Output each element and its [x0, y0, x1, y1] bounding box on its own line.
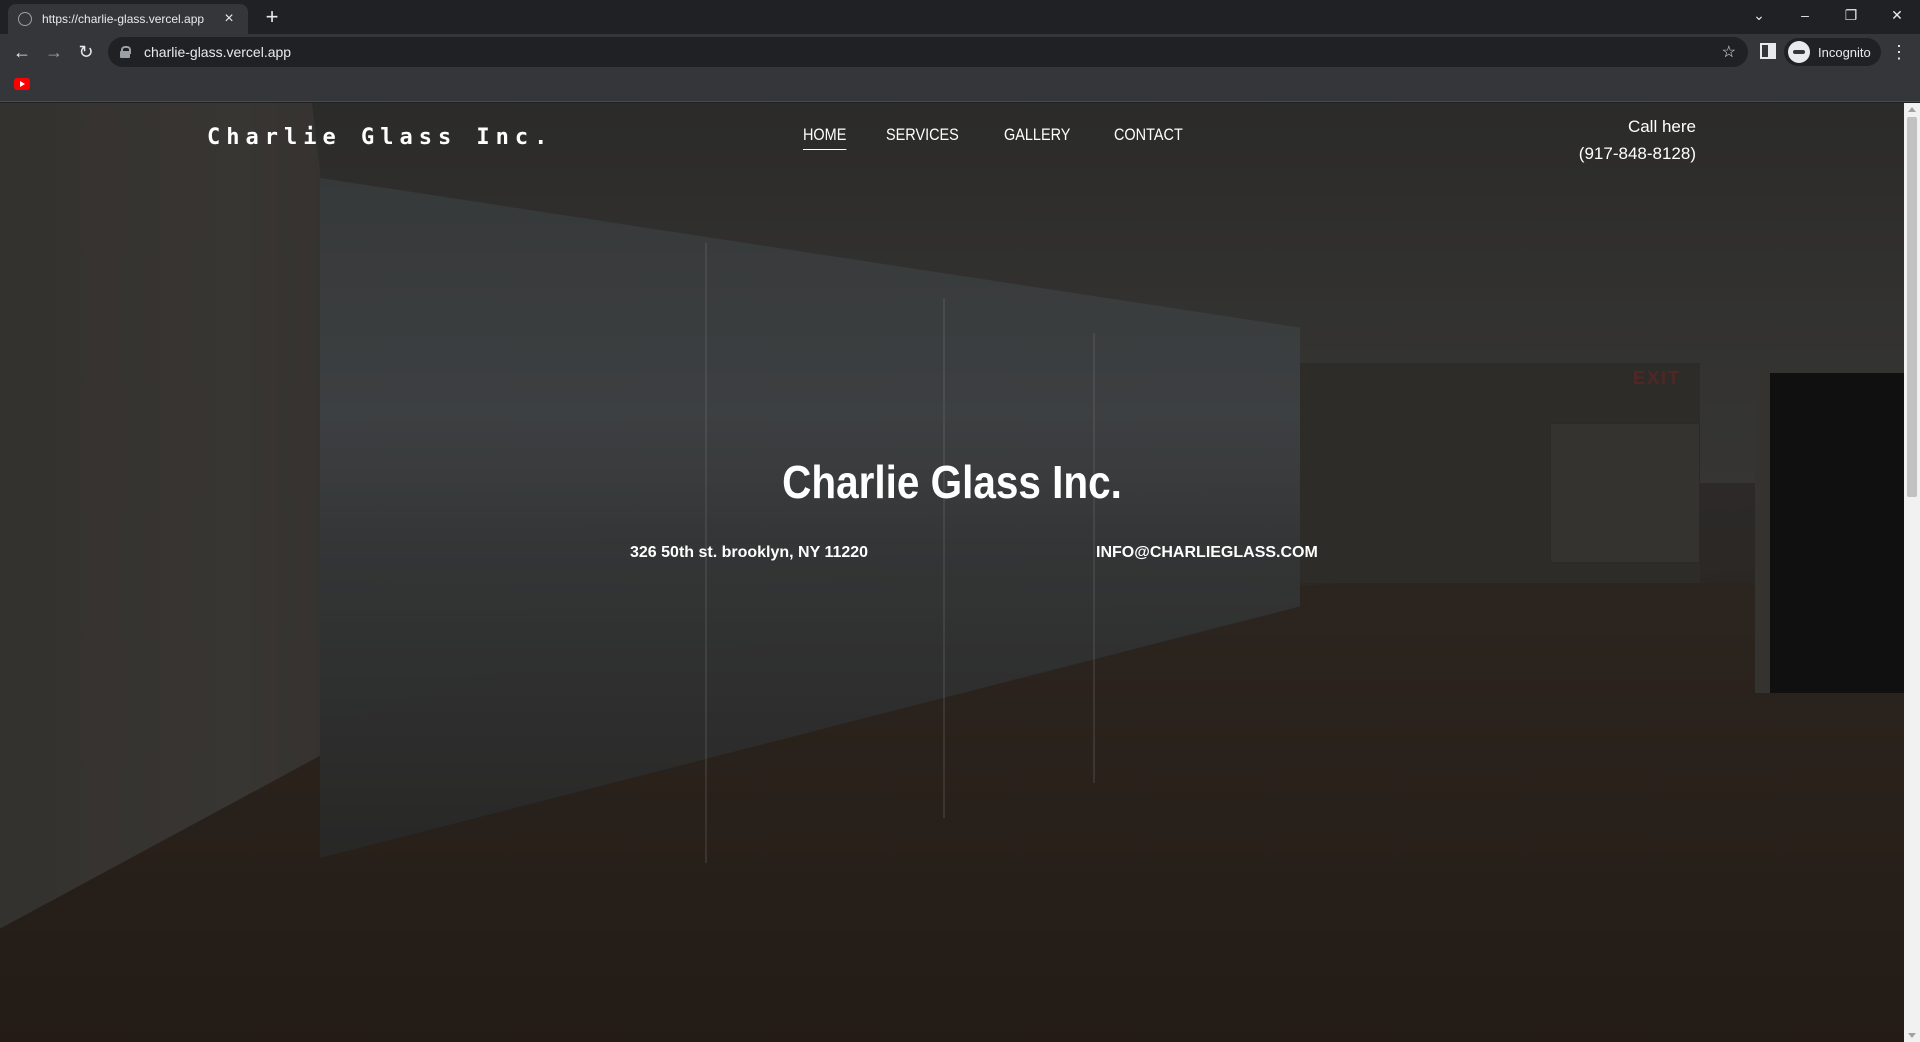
nav-contact[interactable]: CONTACT: [1114, 125, 1183, 150]
bookmarks-bar: [0, 70, 1920, 102]
hero-title-text: Charlie Glass Inc.: [782, 456, 1122, 508]
star-icon[interactable]: ☆: [1722, 42, 1736, 62]
globe-icon: [18, 12, 32, 26]
back-icon[interactable]: ←: [10, 40, 34, 64]
incognito-indicator[interactable]: Incognito: [1784, 38, 1881, 66]
email-link[interactable]: INFO@CHARLIEGLASS.COM: [1096, 544, 1318, 562]
lock-icon[interactable]: [120, 46, 131, 58]
window-close-icon[interactable]: ✕: [1874, 0, 1920, 30]
forward-icon[interactable]: →: [42, 40, 66, 64]
call-block: Call here (917-848-8128): [1572, 113, 1696, 167]
site-logo[interactable]: Charlie Glass Inc.: [207, 125, 553, 150]
incognito-label: Incognito: [1818, 44, 1871, 60]
scroll-down-icon[interactable]: [1908, 1033, 1916, 1038]
incognito-icon: [1788, 41, 1810, 63]
nav-gallery[interactable]: GALLERY: [1004, 125, 1070, 150]
address-bar[interactable]: charlie-glass.vercel.app ☆: [108, 37, 1748, 67]
browser-toolbar: ← → ↻ charlie-glass.vercel.app ☆ Incogni…: [0, 34, 1920, 70]
url-text[interactable]: charlie-glass.vercel.app: [144, 44, 1722, 60]
scrollbar-thumb[interactable]: [1907, 117, 1917, 497]
restore-icon[interactable]: ❐: [1828, 0, 1874, 30]
hero-section: EXIT Charlie Glass Inc. HOME SERVICES GA…: [0, 103, 1904, 1042]
tab-strip: https://charlie-glass.vercel.app × + ⌄ –…: [0, 0, 1920, 34]
plus-icon[interactable]: +: [260, 6, 284, 30]
dark-overlay: [0, 103, 1904, 1042]
main-nav: HOME SERVICES GALLERY CONTACT: [803, 125, 1195, 150]
nav-home[interactable]: HOME: [803, 125, 847, 150]
minimize-icon[interactable]: –: [1782, 0, 1828, 30]
nav-services[interactable]: SERVICES: [886, 125, 959, 150]
close-icon[interactable]: ×: [220, 10, 238, 28]
reload-icon[interactable]: ↻: [74, 40, 98, 64]
phone-number[interactable]: (917-848-8128): [1572, 140, 1696, 167]
menu-icon[interactable]: ⋮: [1890, 42, 1908, 62]
hero-title: Charlie Glass Inc.: [0, 455, 1904, 509]
chevron-down-icon[interactable]: ⌄: [1736, 0, 1782, 30]
address-text: 326 50th st. brooklyn, NY 11220: [630, 544, 869, 561]
scroll-up-icon[interactable]: [1908, 107, 1916, 112]
page-scrollbar[interactable]: [1904, 103, 1920, 1042]
tab-title: https://charlie-glass.vercel.app: [42, 12, 205, 26]
side-panel-icon[interactable]: [1760, 43, 1776, 59]
youtube-icon[interactable]: [14, 78, 30, 90]
active-tab[interactable]: https://charlie-glass.vercel.app ×: [8, 4, 248, 34]
call-label: Call here: [1627, 117, 1696, 136]
